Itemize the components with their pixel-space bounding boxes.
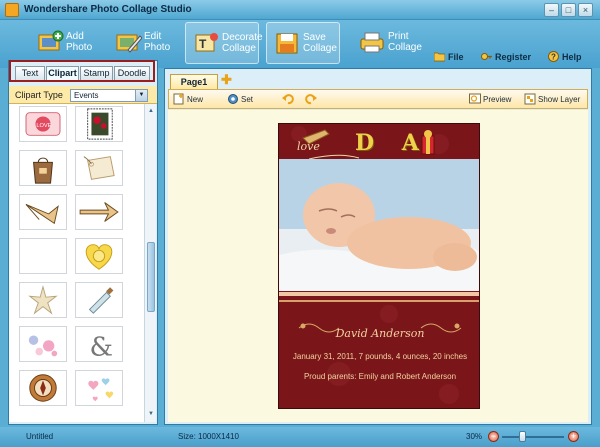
gift-bag-clip[interactable]: [19, 150, 67, 186]
redo-icon: [305, 94, 317, 105]
preview-icon: [469, 93, 481, 104]
status-bar: Untitled Size: 1000X1410 30% − +: [0, 427, 600, 447]
clip-type-label: Clipart Type: [15, 90, 63, 100]
arrow-right-clip[interactable]: [75, 194, 123, 230]
decorate-collage-button[interactable]: T Decorate Collage: [185, 22, 263, 64]
title-bar: Wondershare Photo Collage Studio – □ ×: [0, 0, 600, 20]
collage-birth-details: January 31, 2011, 7 pounds, 4 ounces, 20…: [292, 352, 468, 361]
zoom-out-icon[interactable]: −: [488, 431, 499, 442]
collage-page[interactable]: love D A David Anderson January 31, 2011…: [278, 123, 480, 409]
pink-flowers-clip[interactable]: [19, 326, 67, 362]
edit-photo-button[interactable]: Edit Photo: [108, 22, 182, 64]
tabs-highlight-box: [9, 60, 155, 82]
add-page-icon[interactable]: ✚: [221, 73, 233, 86]
redo-button[interactable]: [305, 93, 319, 106]
undo-icon: [282, 94, 294, 105]
hearts-doodle-clip[interactable]: [75, 370, 123, 406]
add-photo-button[interactable]: Add Photo: [30, 22, 104, 64]
chevron-down-icon: ▼: [135, 90, 147, 101]
clipart-scrollbar[interactable]: ▲ ▼: [144, 104, 156, 422]
svg-text:&: &: [90, 331, 114, 361]
print-collage-icon: [360, 32, 384, 53]
scrollbar-thumb[interactable]: [147, 242, 155, 312]
framed-roses-clip[interactable]: [75, 106, 123, 142]
maximize-button[interactable]: □: [561, 3, 576, 17]
clipart-list: LOVE &: [9, 104, 144, 422]
scroll-up-icon[interactable]: ▲: [146, 106, 156, 116]
zoom-in-icon[interactable]: +: [568, 431, 579, 442]
gift-tag-clip[interactable]: [75, 150, 123, 186]
svg-text:T: T: [199, 37, 207, 51]
add-photo-icon: [38, 30, 64, 51]
valentine-love-clip[interactable]: LOVE: [19, 106, 67, 142]
edit-photo-icon: [116, 34, 142, 53]
blank-clip[interactable]: [19, 238, 67, 274]
collage-name: David Anderson: [335, 327, 425, 340]
print-collage-button[interactable]: Print Collage: [352, 22, 426, 64]
help-icon: ?: [548, 51, 559, 62]
undo-button[interactable]: [282, 93, 296, 106]
ampersand-clip[interactable]: &: [75, 326, 123, 362]
arrow-left-clip[interactable]: [19, 194, 67, 230]
show-layer-button[interactable]: Show Layer: [524, 93, 580, 106]
compass-clip[interactable]: [19, 370, 67, 406]
layers-icon: [524, 93, 536, 105]
new-button[interactable]: New: [173, 93, 203, 106]
yellow-heart-clip[interactable]: [75, 238, 123, 274]
file-menu[interactable]: File: [434, 51, 464, 65]
minimize-button[interactable]: –: [544, 3, 559, 17]
save-collage-icon: [276, 33, 298, 54]
love-text: love: [297, 140, 320, 153]
message-bottle-clip[interactable]: [75, 282, 123, 318]
monogram-letters: D A: [355, 130, 429, 156]
register-button[interactable]: Register: [481, 51, 531, 65]
gear-icon: [228, 94, 238, 104]
decorate-collage-icon: T: [195, 33, 218, 52]
help-button[interactable]: ? Help: [548, 51, 582, 65]
zoom-label: 30%: [466, 432, 483, 441]
collage-parents: Proud parents: Emily and Robert Anderson: [303, 372, 457, 381]
app-icon: [5, 3, 19, 17]
zoom-knob[interactable]: [518, 431, 526, 442]
svg-text:?: ?: [551, 53, 556, 62]
new-icon: [173, 93, 184, 105]
clip-type-select[interactable]: Events ▼: [70, 89, 148, 102]
zoom-track[interactable]: [502, 436, 564, 438]
document-name: Untitled: [26, 432, 54, 441]
zoom-slider[interactable]: − +: [488, 431, 580, 443]
clip-type-row: Clipart Type Events ▼: [9, 86, 157, 104]
key-icon: [481, 53, 492, 60]
preview-button[interactable]: Preview: [469, 93, 511, 106]
save-collage-button[interactable]: Save Collage: [266, 22, 340, 64]
set-button[interactable]: Set: [227, 93, 253, 106]
canvas-size: Size: 1000X1410: [178, 432, 239, 441]
baby-photo[interactable]: [279, 159, 480, 291]
starfish-clip[interactable]: [19, 282, 67, 318]
tab-page1[interactable]: Page1: [170, 74, 218, 89]
svg-text:LOVE: LOVE: [36, 123, 51, 129]
folder-icon: [434, 52, 445, 62]
scroll-down-icon[interactable]: ▼: [146, 409, 156, 419]
close-button[interactable]: ×: [578, 3, 593, 17]
action-bar: New Set Preview Show Layer: [168, 89, 588, 109]
window-title: Wondershare Photo Collage Studio: [24, 4, 192, 15]
